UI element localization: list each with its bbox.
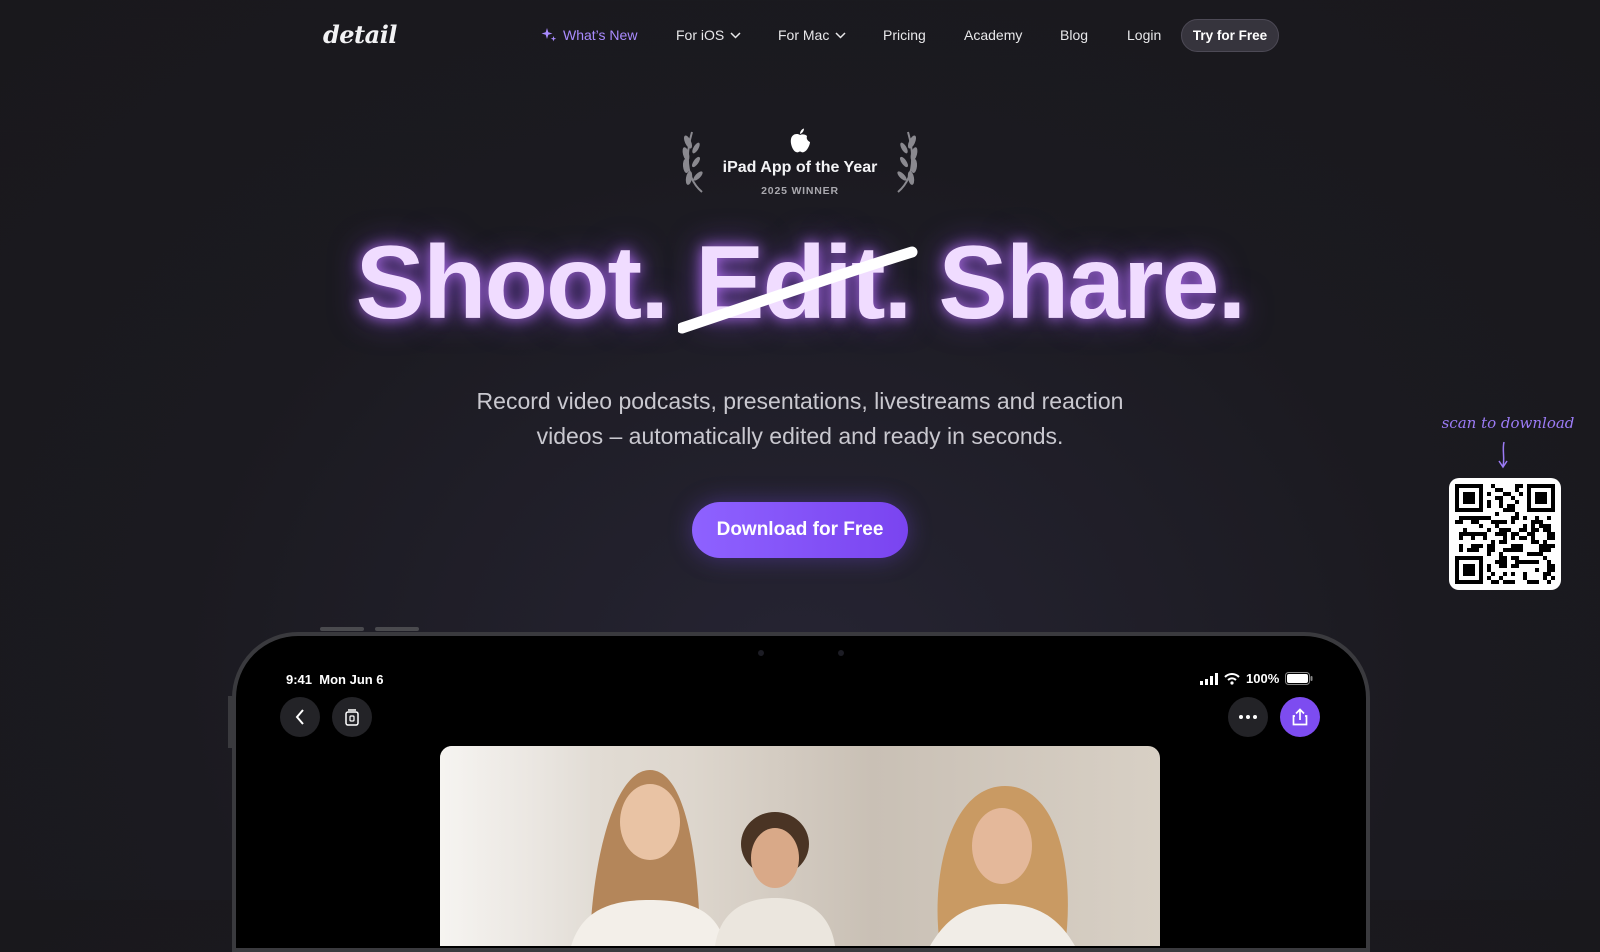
strikethrough-stroke bbox=[678, 246, 918, 334]
nav-for-ios-label: For iOS bbox=[676, 27, 725, 43]
back-button[interactable] bbox=[280, 697, 320, 737]
chevron-left-icon bbox=[295, 709, 304, 725]
sensor-dot bbox=[838, 650, 844, 656]
arrow-down-icon bbox=[1498, 441, 1508, 469]
nav-whats-new[interactable]: What’s New bbox=[541, 27, 637, 43]
headline-shoot: Shoot. bbox=[355, 225, 669, 341]
hero-subtitle-line2: videos – automatically edited and ready … bbox=[536, 423, 1064, 449]
award-subtitle: 2025 WINNER bbox=[761, 185, 839, 197]
projects-button[interactable] bbox=[332, 697, 372, 737]
video-preview[interactable] bbox=[440, 746, 1160, 946]
qr-code-pattern bbox=[1455, 484, 1555, 584]
stack-icon bbox=[345, 709, 359, 726]
nav-blog[interactable]: Blog bbox=[1060, 27, 1088, 43]
scan-caption: scan to download bbox=[1441, 414, 1575, 432]
nav-academy[interactable]: Academy bbox=[964, 27, 1022, 43]
nav-for-mac-label: For Mac bbox=[778, 27, 830, 43]
sparkle-icon bbox=[541, 28, 557, 42]
nav-whats-new-label: What’s New bbox=[563, 27, 638, 43]
award-title: iPad App of the Year bbox=[722, 159, 878, 176]
person-left-figure bbox=[571, 770, 726, 946]
hero-subtitle-line1: Record video podcasts, presentations, li… bbox=[476, 388, 1124, 414]
nav-pricing[interactable]: Pricing bbox=[883, 27, 926, 43]
qr-code[interactable] bbox=[1449, 478, 1561, 590]
try-for-free-button[interactable]: Try for Free bbox=[1181, 19, 1279, 52]
award-badge: iPad App of the Year 2025 WINNER bbox=[680, 126, 920, 198]
nav-login[interactable]: Login bbox=[1127, 27, 1161, 43]
more-options-button[interactable] bbox=[1228, 697, 1268, 737]
hero-subtitle: Record video podcasts, presentations, li… bbox=[400, 384, 1200, 454]
camera-dot bbox=[758, 650, 764, 656]
signal-icon bbox=[1200, 672, 1218, 685]
chevron-down-icon bbox=[730, 31, 741, 39]
battery-percent: 100% bbox=[1246, 671, 1280, 686]
ellipsis-icon bbox=[1239, 715, 1257, 719]
laurel-right-icon bbox=[897, 131, 918, 193]
status-date: Mon Jun 6 bbox=[319, 672, 384, 687]
logo[interactable]: detail bbox=[323, 20, 397, 49]
status-bar-left: 9:41 Mon Jun 6 bbox=[286, 672, 384, 687]
download-for-free-button[interactable]: Download for Free bbox=[692, 502, 908, 558]
status-time: 9:41 bbox=[286, 672, 313, 687]
device-volume-button bbox=[320, 627, 364, 631]
headline-share: Share. bbox=[938, 225, 1246, 341]
share-icon bbox=[1292, 708, 1308, 726]
apple-logo-icon bbox=[790, 128, 810, 153]
person-right-figure bbox=[930, 786, 1075, 946]
battery-icon bbox=[1285, 672, 1313, 685]
wifi-icon bbox=[1224, 672, 1240, 685]
status-bar-right: 100% bbox=[1200, 671, 1313, 686]
chevron-down-icon bbox=[835, 31, 846, 39]
device-volume-button bbox=[375, 627, 419, 631]
nav-for-ios[interactable]: For iOS bbox=[676, 27, 741, 43]
share-button[interactable] bbox=[1280, 697, 1320, 737]
nav-for-mac[interactable]: For Mac bbox=[778, 27, 846, 43]
top-nav: detail What’s New For iOS For Mac Pricin… bbox=[0, 0, 1600, 72]
person-middle-figure bbox=[715, 812, 835, 946]
